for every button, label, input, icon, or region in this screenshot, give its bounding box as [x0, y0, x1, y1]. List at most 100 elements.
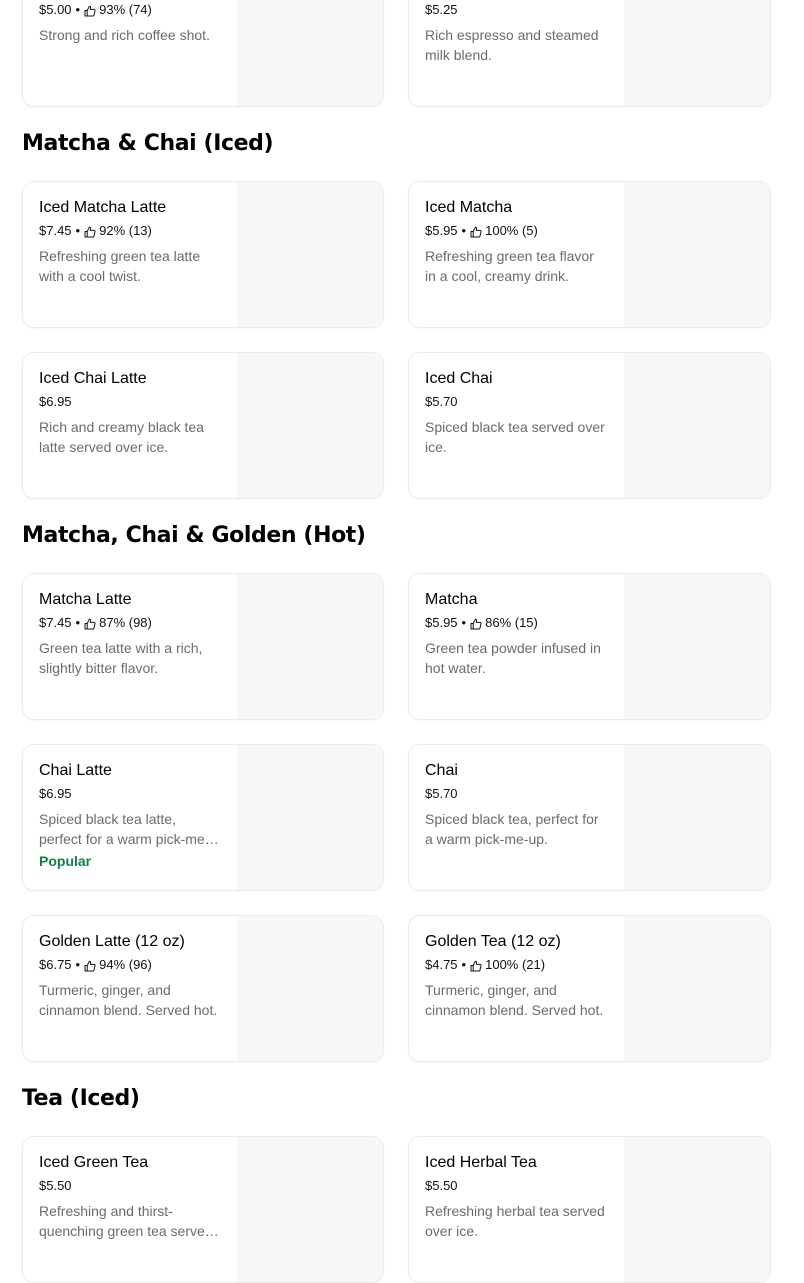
section-title: Matcha & Chai (Iced) [22, 131, 274, 156]
menu-item-card[interactable]: Cortado$5.25Rich espresso and steamed mi… [408, 0, 771, 107]
item-price: $5.00 [39, 2, 72, 17]
item-meta: $7.45 • 87% (98) [39, 614, 222, 632]
item-meta: $6.75 • 94% (96) [39, 956, 222, 974]
menu-item-info: Iced Chai $5.70 Spiced black tea served ov… [425, 369, 608, 457]
item-description: Refreshing green tea latte with a cool t… [39, 248, 201, 284]
thumbs-up-icon [84, 617, 96, 630]
popular-badge: Popular [39, 853, 92, 869]
item-image-placeholder [624, 574, 770, 719]
menu-item-card[interactable]: Iced Matcha $5.95 • 100% (5) Refreshing gree… [408, 181, 771, 328]
item-meta: $5.25 [425, 1, 608, 19]
item-price: $4.75 [425, 957, 458, 972]
item-meta: $5.50 [425, 1177, 608, 1195]
thumbs-up-icon [470, 959, 482, 972]
item-meta: $5.95 • 100% (5) [425, 222, 608, 240]
item-price: $7.45 [39, 223, 72, 238]
item-description: Rich and creamy black tea latte served o… [39, 419, 204, 455]
item-image-placeholder [624, 353, 770, 498]
item-description: Spiced black tea latte, perfect for a wa… [39, 811, 210, 847]
menu-item-card[interactable]: Chai $5.70 Spiced black tea, perfect for a… [408, 744, 771, 891]
item-description: Green tea powder infused in hot water. [425, 640, 601, 676]
menu-item-card[interactable]: Iced Green Tea $5.50 Refreshing and thirst… [22, 1136, 384, 1283]
menu-item-card[interactable]: Double Espresso$5.00•93% (74)Strong and … [22, 0, 384, 107]
item-price: $5.50 [39, 1178, 72, 1193]
item-image-placeholder [624, 182, 770, 327]
item-description: Refreshing herbal tea served over ice. [425, 1203, 605, 1239]
menu-item-info: Iced Matcha $5.95 • 100% (5) Refreshing gree… [425, 198, 608, 286]
item-grid: Matcha Latte $7.45 • 87% (98) Green tea latt… [0, 573, 804, 1062]
item-name: Iced Chai Latte [39, 370, 147, 387]
item-rating: 94% (96) [99, 957, 152, 972]
item-description: Strong and rich coffee shot. [39, 27, 210, 43]
menu-item-card[interactable]: Matcha Latte $7.45 • 87% (98) Green tea latt… [22, 573, 384, 720]
item-description: Rich espresso and steamed milk blend. [425, 27, 599, 63]
item-rating: 87% (98) [99, 615, 152, 630]
item-grid: Double Espresso$5.00•93% (74)Strong and … [0, 0, 804, 107]
menu-item-info: Golden Tea (12 oz) $4.75 • 100% (21) Turmeri… [425, 932, 608, 1020]
menu-item-info: Matcha $5.95 • 86% (15) Green tea powder inf… [425, 590, 608, 678]
item-meta: $4.75 • 100% (21) [425, 956, 608, 974]
menu-item-info: Iced Green Tea $5.50 Refreshing and thirst… [39, 1153, 222, 1241]
separator-dot: • [461, 957, 467, 972]
item-price: $5.70 [425, 786, 458, 801]
menu-item-card[interactable]: Chai Latte $6.95 Spiced black tea latte, p… [22, 744, 384, 891]
thumbs-up-icon [470, 225, 482, 238]
menu-item-info: Chai Latte $6.95 Spiced black tea latte, p… [39, 761, 222, 871]
item-rating: 86% (15) [485, 615, 538, 630]
item-price: $6.75 [39, 957, 72, 972]
item-image-placeholder [624, 1137, 770, 1282]
item-description: Turmeric, ginger, and cinnamon blend. Se… [425, 982, 604, 1018]
item-price: $5.50 [425, 1178, 458, 1193]
menu-item-card[interactable]: Iced Chai $5.70 Spiced black tea served ov… [408, 352, 771, 499]
thumbs-up-icon [84, 225, 96, 238]
item-description: Spiced black tea, perfect for a warm pic… [425, 811, 599, 847]
item-price: $7.45 [39, 615, 72, 630]
item-image-placeholder [237, 574, 383, 719]
menu-item-info: Double Espresso$5.00•93% (74)Strong and … [39, 0, 222, 45]
item-rating: 92% (13) [99, 223, 152, 238]
item-meta: $7.45 • 92% (13) [39, 222, 222, 240]
separator-dot: • [461, 223, 467, 238]
item-meta: $6.95 [39, 393, 222, 411]
menu-item-info: Matcha Latte $7.45 • 87% (98) Green tea latt… [39, 590, 222, 678]
separator-dot: • [75, 957, 81, 972]
item-name: Iced Matcha Latte [39, 199, 167, 216]
separator-dot: • [75, 223, 81, 238]
item-meta: $5.95 • 86% (15) [425, 614, 608, 632]
thumbs-up-icon [470, 617, 482, 630]
item-name: Iced Green Tea [39, 1154, 149, 1171]
item-name: Iced Herbal Tea [425, 1154, 537, 1171]
item-description: Green tea latte with a rich, slightly bi… [39, 640, 203, 676]
item-rating: 100% (21) [485, 957, 546, 972]
menu-item-card[interactable]: Iced Chai Latte $6.95 Rich and creamy blac… [22, 352, 384, 499]
item-image-placeholder [237, 353, 383, 498]
menu-item-info: Iced Herbal Tea $5.50 Refreshing herbal te… [425, 1153, 608, 1241]
item-rating: 93% (74) [99, 2, 152, 17]
menu-item-card[interactable]: Iced Matcha Latte $7.45 • 92% (13) Refreshin… [22, 181, 384, 328]
menu-item-card[interactable]: Golden Tea (12 oz) $4.75 • 100% (21) Turmeri… [408, 915, 771, 1062]
item-price: $5.95 [425, 223, 458, 238]
item-image-placeholder [237, 745, 383, 890]
item-meta: $6.95 [39, 785, 222, 803]
item-description: Refreshing and thirst-quenching green te… [39, 1203, 213, 1239]
item-price: $5.70 [425, 394, 458, 409]
item-name: Matcha Latte [39, 591, 132, 608]
menu-item-card[interactable]: Iced Herbal Tea $5.50 Refreshing herbal te… [408, 1136, 771, 1283]
item-description: Refreshing green tea flavor in a cool, c… [425, 248, 594, 284]
menu-item-info: Iced Chai Latte $6.95 Rich and creamy blac… [39, 369, 222, 457]
item-name: Chai [425, 762, 458, 779]
section-title: Matcha, Chai & Golden (Hot) [22, 523, 366, 548]
menu-list: Double Espresso$5.00•93% (74)Strong and … [0, 0, 804, 1283]
item-name: Golden Latte (12 oz) [39, 933, 185, 950]
item-meta: $5.50 [39, 1177, 222, 1195]
item-name: Chai Latte [39, 762, 112, 779]
item-meta: $5.00 • 93% (74) [39, 1, 222, 19]
menu-item-card[interactable]: Golden Latte (12 oz) $6.75 • 94% (96) Turmer… [22, 915, 384, 1062]
item-rating: 100% (5) [485, 223, 538, 238]
menu-item-card[interactable]: Matcha $5.95 • 86% (15) Green tea powder inf… [408, 573, 771, 720]
